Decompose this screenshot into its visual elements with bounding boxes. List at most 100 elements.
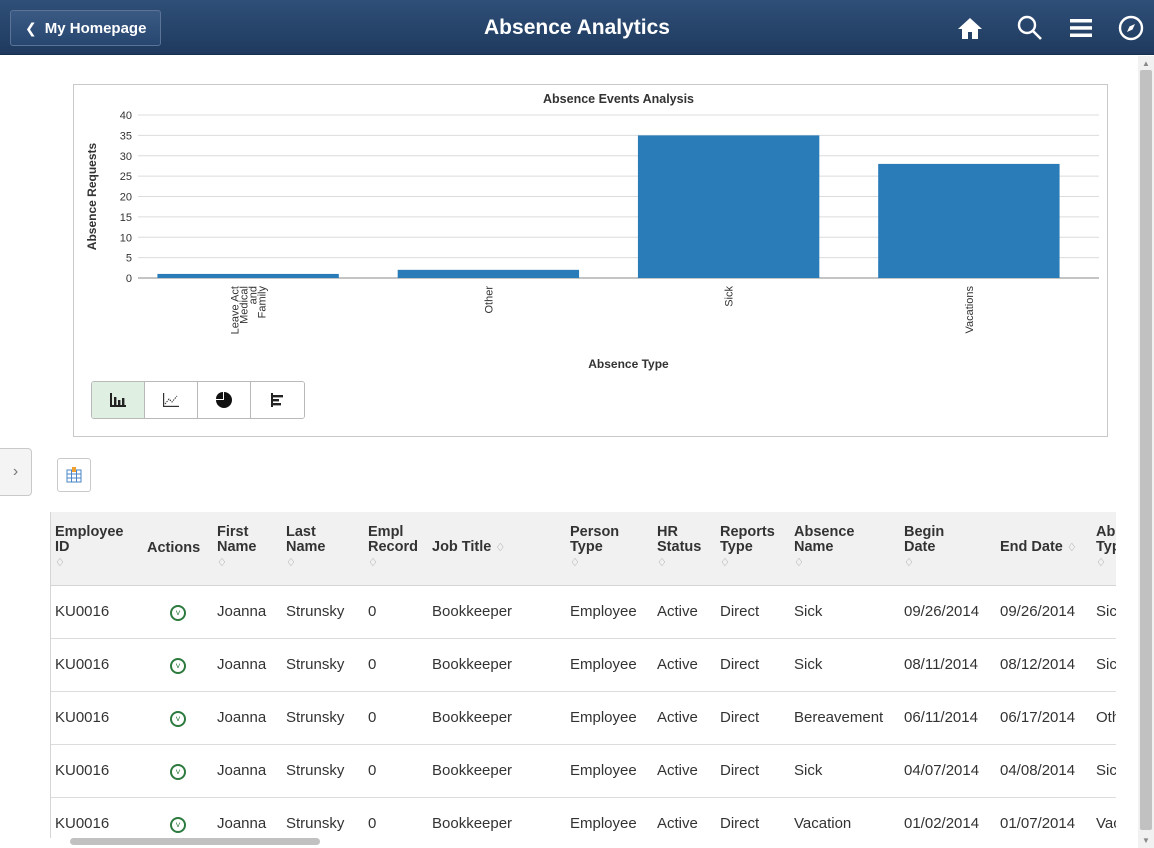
column-header-text: Person	[570, 524, 620, 541]
pie-chart-icon	[216, 392, 232, 408]
cell-begin-date: 09/26/2014	[900, 585, 996, 639]
chevron-right-icon: ›	[12, 463, 19, 480]
bar-chart-button[interactable]	[92, 382, 145, 418]
bar-sick	[637, 135, 820, 278]
scroll-up-arrow-icon[interactable]: ▲	[1142, 59, 1150, 68]
column-header-person-type[interactable]: Person Type ♢	[566, 512, 653, 586]
row-actions-chevron-icon[interactable]: ˅	[170, 816, 186, 833]
cell-reports-type: Direct	[716, 744, 790, 798]
navbar-compass-icon[interactable]	[1115, 12, 1147, 44]
search-icon[interactable]	[1014, 12, 1046, 44]
side-panel-toggle[interactable]: ›	[0, 448, 32, 496]
column-header-text: First	[217, 524, 249, 541]
column-header-text: Actions	[147, 539, 201, 556]
scroll-down-arrow-icon[interactable]: ▼	[1142, 836, 1150, 845]
cell-person-type: Employee	[566, 638, 653, 692]
back-to-homepage-button[interactable]: ❮ My Homepage	[10, 10, 162, 46]
header-banner: ❮ My Homepage Absence Analytics	[0, 0, 1154, 55]
column-header-hr-status[interactable]: HR Status ♢	[653, 512, 716, 586]
column-header-empl-record[interactable]: Empl Record ♢	[364, 512, 428, 586]
cell-first-name: Joanna	[213, 797, 282, 838]
cell-last-name: Strunsky	[282, 638, 364, 692]
column-header-last-name[interactable]: Last Name ♢	[282, 512, 364, 586]
pie-chart-button[interactable]	[198, 382, 251, 418]
horizontal-scrollbar-thumb[interactable]	[70, 838, 320, 845]
column-header-begin-date[interactable]: Begin Date ♢	[900, 512, 996, 586]
chart-type-toolbar	[91, 381, 305, 419]
cell-employee-id: KU0016	[51, 797, 143, 838]
cell-empl-record: 0	[364, 797, 428, 838]
cell-absence-name: Vacation	[790, 797, 900, 838]
y-tick-label: 30	[120, 151, 132, 163]
actions-cell: ˅	[143, 691, 213, 745]
column-header-actions: Actions	[143, 512, 213, 586]
scrollbar-thumb[interactable]	[1140, 70, 1152, 830]
cell-absence-type: Vacations	[1092, 797, 1116, 838]
cell-absence-name: Sick	[790, 638, 900, 692]
actions-cell: ˅	[143, 585, 213, 639]
sort-toggle-icon[interactable]: ♢	[657, 557, 667, 569]
cell-job-title: Bookkeeper	[428, 744, 566, 798]
table-row[interactable]: KU0016 ˅ Joanna Strunsky 0 Bookkeeper Employee…	[51, 744, 1116, 798]
sort-toggle-icon[interactable]: ♢	[55, 557, 65, 569]
sort-toggle-icon[interactable]: ♢	[794, 557, 804, 569]
cell-employee-id: KU0016	[51, 585, 143, 639]
cell-absence-name: Bereavement	[790, 691, 900, 745]
sort-toggle-icon[interactable]: ♢	[570, 557, 580, 569]
cell-first-name: Joanna	[213, 638, 282, 692]
row-actions-chevron-icon[interactable]: ˅	[170, 763, 186, 780]
cell-job-title: Bookkeeper	[428, 797, 566, 838]
sort-toggle-icon[interactable]: ♢	[217, 557, 227, 569]
sort-toggle-icon[interactable]: ♢	[368, 557, 378, 569]
y-axis-label: Absence Requests	[85, 142, 99, 250]
actions-cell: ˅	[143, 797, 213, 838]
column-header-reports-type[interactable]: Reports Type ♢	[716, 512, 790, 586]
sort-toggle-icon[interactable]: ♢	[1096, 557, 1106, 569]
column-header-job-title[interactable]: Job Title ♢	[428, 512, 566, 586]
row-actions-chevron-icon[interactable]: ˅	[170, 657, 186, 674]
vertical-scrollbar[interactable]: ▲ ▼	[1138, 56, 1154, 848]
cell-last-name: Strunsky	[282, 744, 364, 798]
table-row[interactable]: KU0016 ˅ Joanna Strunsky 0 Bookkeeper Employee…	[51, 691, 1116, 745]
horizontal-bar-chart-button[interactable]	[251, 382, 304, 418]
column-header-employee-id[interactable]: Employee ID ♢	[51, 512, 143, 586]
chart-panel: Absence Events Analysis 0 5 10 15 20 25 30 35 40 A…	[73, 84, 1108, 437]
actions-cell: ˅	[143, 638, 213, 692]
cell-person-type: Employee	[566, 691, 653, 745]
cell-reports-type: Direct	[716, 797, 790, 838]
grid-view-toggle-button[interactable]	[57, 458, 91, 492]
column-header-first-name[interactable]: First Name ♢	[213, 512, 282, 586]
menu-icon[interactable]	[1065, 12, 1097, 44]
sort-toggle-icon[interactable]: ♢	[495, 542, 505, 554]
cell-absence-type: Sick	[1092, 744, 1116, 798]
table-row[interactable]: KU0016 ˅ Joanna Strunsky 0 Bookkeeper Employee…	[51, 638, 1116, 692]
chevron-left-icon: ❮	[25, 19, 37, 36]
column-header-text: Type	[1096, 539, 1116, 556]
row-actions-chevron-icon[interactable]: ˅	[170, 604, 186, 621]
table-row[interactable]: KU0016 ˅ Joanna Strunsky 0 Bookkeeper Employee…	[51, 797, 1116, 838]
sort-toggle-icon[interactable]: ♢	[1067, 542, 1077, 554]
column-header-text: End Date	[1000, 539, 1063, 556]
column-header-text: Last	[286, 524, 316, 541]
cell-person-type: Employee	[566, 797, 653, 838]
cell-reports-type: Direct	[716, 638, 790, 692]
column-header-text: Empl	[368, 524, 404, 541]
cell-job-title: Bookkeeper	[428, 638, 566, 692]
row-actions-chevron-icon[interactable]: ˅	[170, 710, 186, 727]
cell-last-name: Strunsky	[282, 691, 364, 745]
column-header-absence-type[interactable]: AbsenceType♢	[1092, 512, 1116, 586]
y-tick-label: 35	[120, 130, 132, 142]
table-row[interactable]: KU0016 ˅ Joanna Strunsky 0 Bookkeeper Employee…	[51, 585, 1116, 639]
cell-absence-type: Sick	[1092, 638, 1116, 692]
sort-toggle-icon[interactable]: ♢	[286, 557, 296, 569]
column-header-absence-name[interactable]: Absence Name ♢	[790, 512, 900, 586]
sort-toggle-icon[interactable]: ♢	[720, 557, 730, 569]
line-chart-button[interactable]	[145, 382, 198, 418]
home-icon[interactable]	[954, 12, 986, 44]
cell-job-title: Bookkeeper	[428, 691, 566, 745]
column-header-text: Name	[286, 539, 326, 556]
cell-absence-type: Sick	[1092, 585, 1116, 639]
column-header-text: Job Title	[432, 539, 492, 556]
sort-toggle-icon[interactable]: ♢	[904, 557, 914, 569]
column-header-end-date[interactable]: End Date ♢	[996, 512, 1092, 586]
